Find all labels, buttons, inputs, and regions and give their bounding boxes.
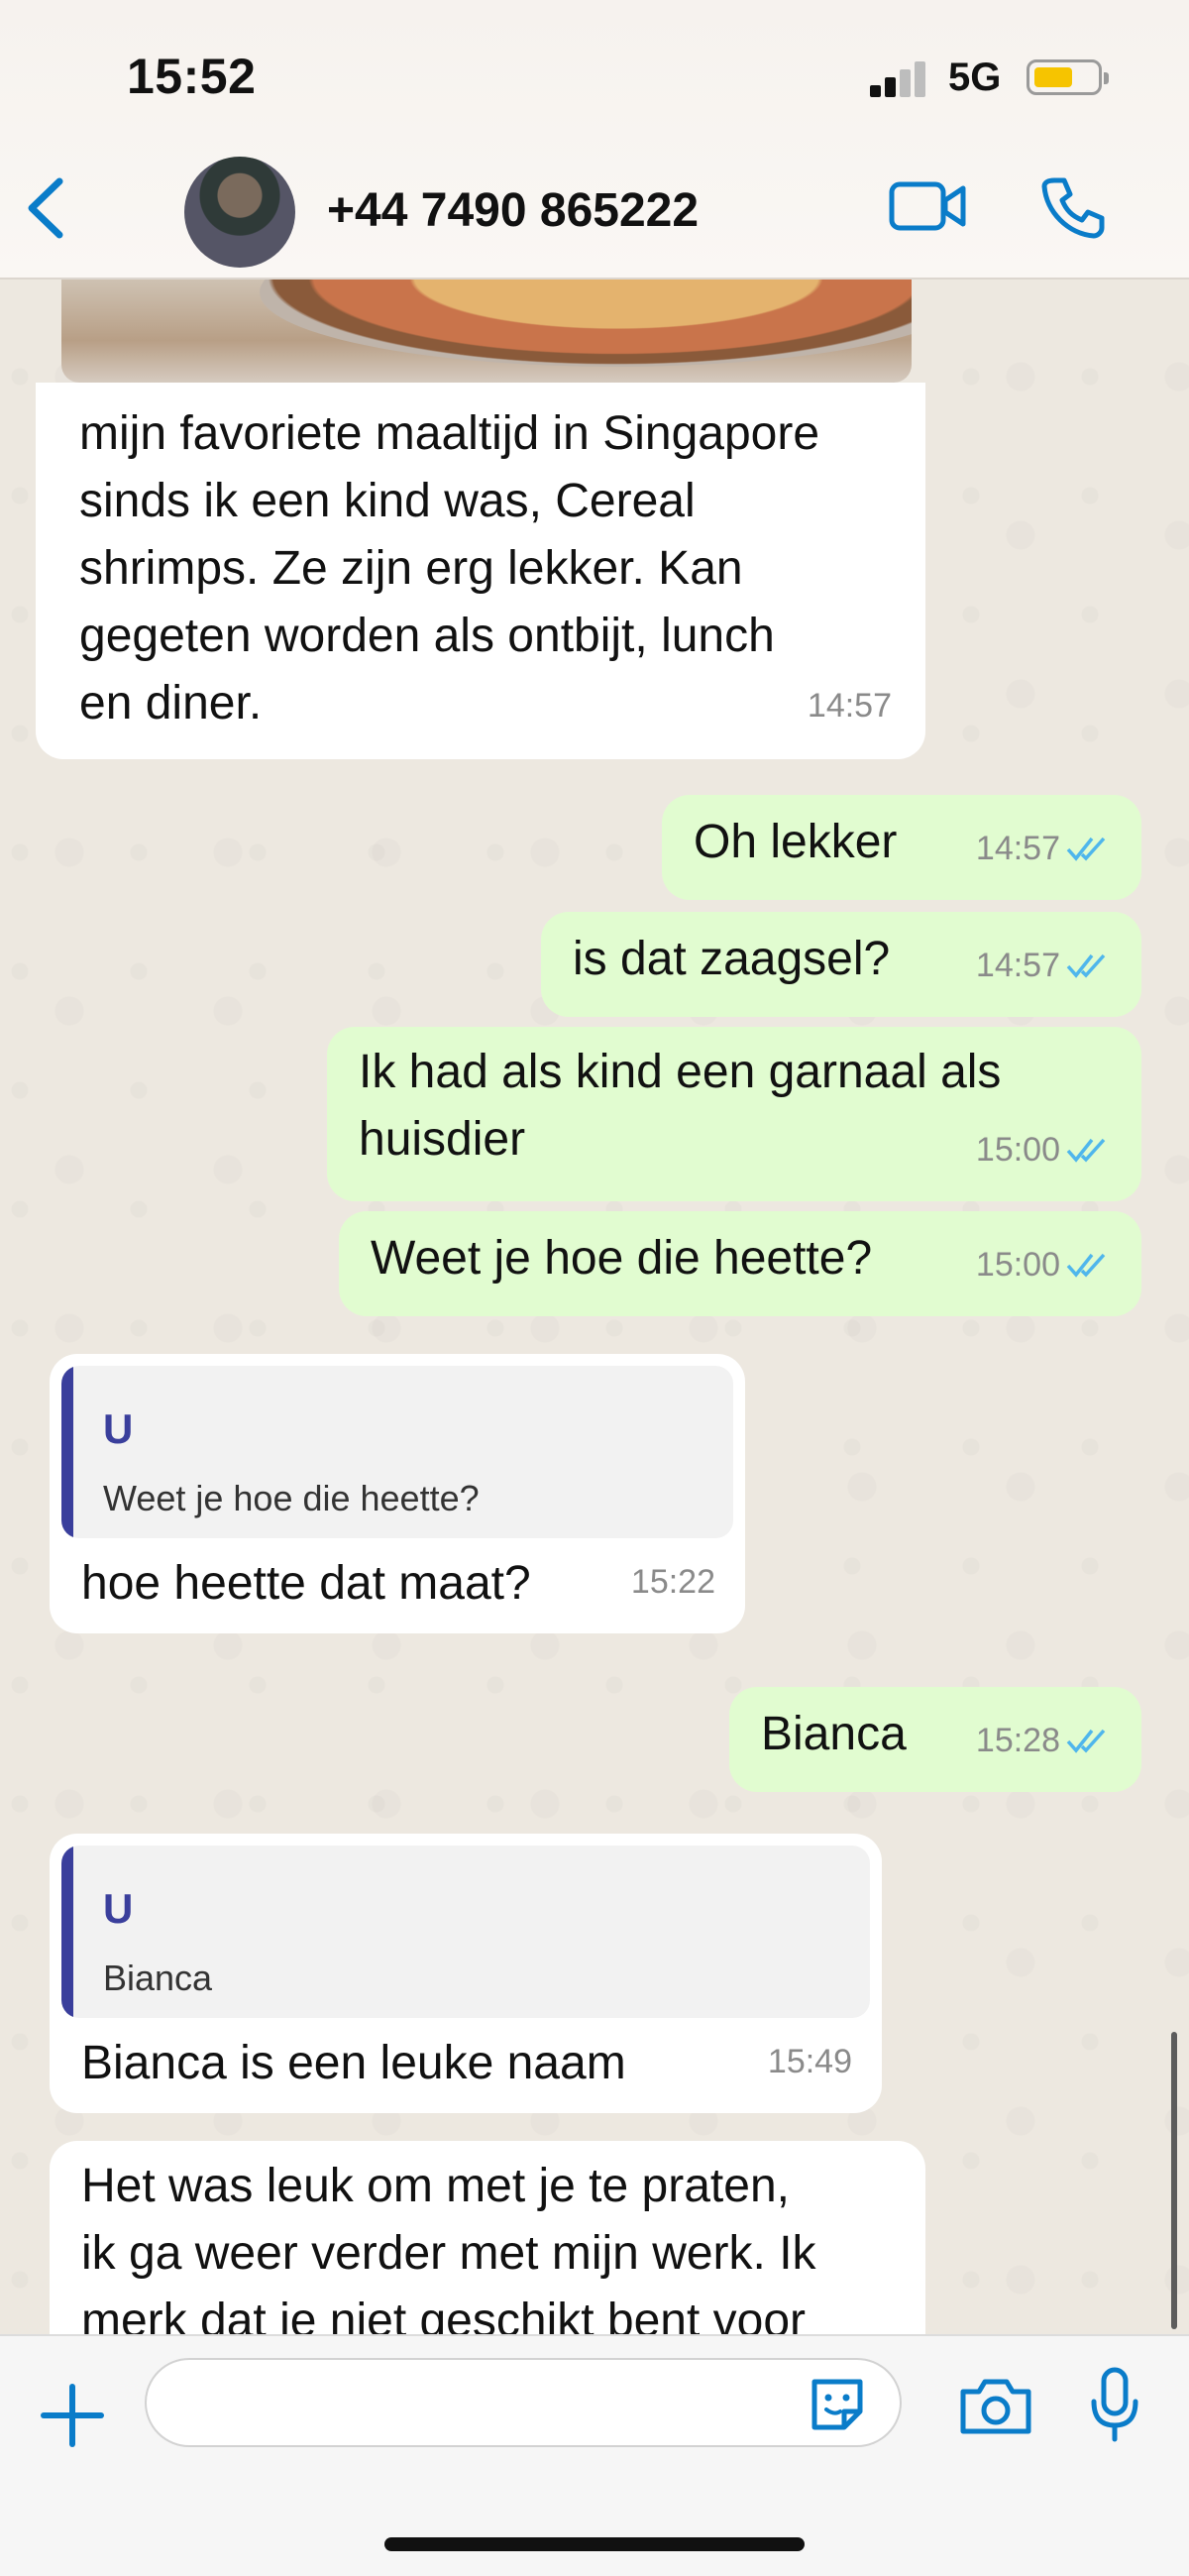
camera-icon xyxy=(960,2379,1031,2434)
message-time: 14:57 xyxy=(975,830,1060,867)
battery-icon xyxy=(1027,59,1109,95)
signal-icon xyxy=(870,61,929,97)
video-camera-icon xyxy=(889,181,966,231)
message-time: 15:22 xyxy=(630,1563,715,1601)
chat-header: 15:52 5G +44 7490 865222 xyxy=(0,0,1189,280)
voice-call-button[interactable] xyxy=(1040,174,1106,240)
compose-bar xyxy=(0,2334,1189,2576)
double-check-icon xyxy=(1066,1253,1106,1278)
message-input[interactable] xyxy=(145,2358,902,2447)
phone-icon xyxy=(1041,177,1105,239)
message-incoming[interactable]: mijn favoriete maaltijd in Singapore sin… xyxy=(36,383,925,759)
home-indicator[interactable] xyxy=(384,2537,805,2551)
food-photo[interactable] xyxy=(61,278,912,383)
contact-name[interactable]: +44 7490 865222 xyxy=(327,183,699,238)
sticker-button[interactable] xyxy=(805,2372,870,2437)
message-time: 15:00 xyxy=(975,1246,1060,1284)
quoted-message[interactable]: U Bianca xyxy=(61,1846,870,2018)
video-call-button[interactable] xyxy=(888,176,967,236)
chevron-left-icon xyxy=(28,177,63,239)
message-incoming[interactable]: Het was leuk om met je te praten, ik ga … xyxy=(50,2141,925,2334)
message-outgoing[interactable]: Bianca 15:28 xyxy=(729,1687,1141,1792)
microphone-icon xyxy=(1091,2367,1138,2442)
camera-button[interactable] xyxy=(957,2374,1034,2437)
plus-icon xyxy=(41,2384,104,2447)
message-time: 14:57 xyxy=(975,947,1060,984)
message-outgoing[interactable]: Weet je hoe die heette? 15:00 xyxy=(339,1211,1141,1316)
microphone-button[interactable] xyxy=(1088,2366,1141,2445)
message-time: 15:00 xyxy=(975,1131,1060,1169)
message-outgoing[interactable]: Oh lekker 14:57 xyxy=(662,795,1141,900)
quote-text: Weet je hoe die heette? xyxy=(103,1478,480,1518)
attach-button[interactable] xyxy=(38,2381,107,2450)
avatar[interactable] xyxy=(184,157,295,268)
double-check-icon xyxy=(1066,837,1106,861)
quote-author: U xyxy=(103,1405,134,1452)
double-check-icon xyxy=(1066,1729,1106,1753)
double-check-icon xyxy=(1066,953,1106,978)
quoted-message[interactable]: U Weet je hoe die heette? xyxy=(61,1366,733,1538)
message-time: 14:57 xyxy=(807,687,892,725)
message-time: 15:28 xyxy=(975,1722,1060,1759)
sticker-icon xyxy=(811,2379,863,2430)
network-label: 5G xyxy=(948,56,1002,99)
scrollbar[interactable] xyxy=(1171,2032,1177,2329)
back-button[interactable] xyxy=(22,173,71,243)
message-incoming[interactable]: U Bianca Bianca is een leuke naam 15:49 xyxy=(50,1834,882,2113)
quote-text: Bianca xyxy=(103,1958,213,1998)
message-outgoing[interactable]: is dat zaagsel? 14:57 xyxy=(541,912,1141,1017)
message-outgoing[interactable]: Ik had als kind een garnaal als huisdier… xyxy=(327,1027,1141,1201)
message-time: 15:49 xyxy=(767,2043,852,2080)
status-time: 15:52 xyxy=(127,49,257,104)
double-check-icon xyxy=(1066,1138,1106,1163)
quote-author: U xyxy=(103,1885,134,1932)
message-list[interactable]: mijn favoriete maaltijd in Singapore sin… xyxy=(0,278,1189,2334)
message-incoming[interactable]: U Weet je hoe die heette? hoe heette dat… xyxy=(50,1354,745,1633)
